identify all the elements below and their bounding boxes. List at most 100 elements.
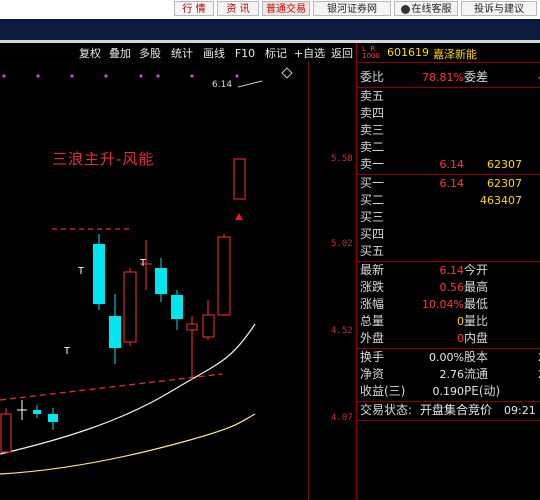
stat-value: 0.56 xyxy=(439,281,465,294)
quotes-button[interactable]: 行 情 xyxy=(174,1,214,16)
status-row: 交易状态: 开盘集合竞价 09:21 xyxy=(357,402,540,419)
stat-label: 量比 xyxy=(464,314,489,328)
online-support-button[interactable]: 在线客服 xyxy=(394,1,458,16)
weibi-value: 78.81% xyxy=(422,71,464,84)
stat-label: 内盘 xyxy=(464,331,489,345)
candle xyxy=(48,408,58,430)
news-button[interactable]: 资 讯 xyxy=(217,1,259,16)
tool-mark[interactable]: 标记 xyxy=(262,45,290,63)
market-badge: L R 1000 xyxy=(362,45,380,60)
tool-add-favorite[interactable]: +自选 xyxy=(293,45,326,63)
tool-multi-stock[interactable]: 多股 xyxy=(136,45,164,63)
divider xyxy=(357,420,540,421)
fin-row: 换手 0.00% 股本 24 xyxy=(357,349,540,366)
y-tick: 5.02 xyxy=(331,239,353,249)
fin-label: 收益(三) xyxy=(360,384,406,398)
sell-label: 卖三 xyxy=(360,123,385,137)
candle xyxy=(155,258,167,302)
stat-value: 0 xyxy=(457,315,464,328)
sell-row[interactable]: 卖五 xyxy=(357,88,540,105)
tool-overlay[interactable]: 叠加 xyxy=(106,45,134,63)
weibi-row: 委比 78.81% 委差 46 xyxy=(357,69,540,86)
candle xyxy=(171,290,183,330)
galaxy-securities-link[interactable]: 银河证券网 xyxy=(313,1,391,16)
stock-name: 嘉泽新能 xyxy=(433,48,477,61)
support-icon xyxy=(400,4,410,14)
tool-statistics[interactable]: 统计 xyxy=(168,45,196,63)
buy-label: 买四 xyxy=(360,227,385,241)
fin-value: 2.76 xyxy=(439,368,465,381)
sell-label: 卖二 xyxy=(360,140,385,154)
fin-value: 0.00% xyxy=(429,351,464,364)
candle xyxy=(123,268,137,346)
support-trendline xyxy=(0,373,223,401)
candle xyxy=(17,400,27,420)
fin-row: 净资 2.76 流通 24 xyxy=(357,366,540,383)
stat-row: 总量 0 量比 xyxy=(357,313,540,330)
candle xyxy=(186,316,198,380)
fin-label: 换手 xyxy=(360,350,385,364)
weibi-label: 委比 xyxy=(360,70,385,84)
tool-fuquan[interactable]: 复权 xyxy=(76,45,104,63)
t-marker: T xyxy=(78,266,85,277)
stat-row: 外盘 0 内盘 xyxy=(357,330,540,347)
tool-back[interactable]: 返回 xyxy=(328,45,356,63)
y-tick: 5.58 xyxy=(331,154,353,164)
fin-label: 净资 xyxy=(360,367,385,381)
candle xyxy=(202,300,215,340)
last-price-pointer xyxy=(237,80,263,88)
candle xyxy=(217,234,231,316)
stat-label: 今开 xyxy=(464,263,489,277)
stat-row: 涨幅 10.04% 最低 xyxy=(357,296,540,313)
candle xyxy=(109,294,121,364)
buy-row[interactable]: 买四 xyxy=(357,226,540,243)
normal-trade-button[interactable]: 普通交易 xyxy=(262,1,310,16)
up-arrow-icon xyxy=(235,213,243,220)
kline-chart[interactable] xyxy=(0,62,356,500)
chart-annotation: 三浪主升-风能 xyxy=(52,150,155,168)
sell-row[interactable]: 卖二 xyxy=(357,139,540,156)
fin-label: 流通 xyxy=(464,367,489,381)
stat-label: 总量 xyxy=(360,314,385,328)
candle xyxy=(33,405,41,418)
status-time: 09:21 xyxy=(504,404,536,417)
stat-value: 10.04% xyxy=(422,298,464,311)
buy-volume: 463407 xyxy=(480,194,522,207)
buy-row[interactable]: 买五 xyxy=(357,243,540,260)
status-value: 开盘集合竞价 xyxy=(420,403,493,417)
sell-row[interactable]: 卖一 6.14 62307 xyxy=(357,156,540,173)
sell-label: 卖五 xyxy=(360,89,385,103)
tool-f10[interactable]: F10 xyxy=(232,45,258,63)
candle xyxy=(0,408,12,454)
sell-volume: 62307 xyxy=(487,158,522,171)
y-tick: 4.07 xyxy=(331,413,353,423)
buy-label: 买一 xyxy=(360,176,385,190)
stat-label: 涨跌 xyxy=(360,280,385,294)
tool-draw-line[interactable]: 画线 xyxy=(200,45,228,63)
stat-row: 涨跌 0.56 最高 xyxy=(357,279,540,296)
buy-row[interactable]: 买一 6.14 62307 xyxy=(357,175,540,192)
t-marker: T xyxy=(64,346,71,357)
sell-label: 卖一 xyxy=(360,157,385,171)
buy-row[interactable]: 买三 xyxy=(357,209,540,226)
candle xyxy=(233,158,246,200)
stat-label: 涨幅 xyxy=(360,297,385,311)
buy-label: 买三 xyxy=(360,210,385,224)
ma-white-line xyxy=(0,323,256,455)
sell-label: 卖四 xyxy=(360,106,385,120)
stat-row: 最新 6.14 今开 xyxy=(357,262,540,279)
fin-row: 收益(三) 0.190 PE(动) xyxy=(357,383,540,400)
buy-label: 买五 xyxy=(360,244,385,258)
feedback-button[interactable]: 投诉与建议 xyxy=(461,1,537,16)
y-tick: 4.52 xyxy=(331,326,353,336)
panel-header: L R 1000 601619 嘉泽新能 xyxy=(357,45,540,62)
sell-row[interactable]: 卖四 xyxy=(357,105,540,122)
sell-row[interactable]: 卖三 xyxy=(357,122,540,139)
buy-label: 买二 xyxy=(360,193,385,207)
chart-toolbar: 复权 叠加 多股 统计 画线 F10 标记 +自选 返回 xyxy=(72,45,358,63)
fin-label: PE(动) xyxy=(464,384,501,398)
stat-label: 最低 xyxy=(464,297,489,311)
status-label: 交易状态: xyxy=(360,403,413,417)
buy-row[interactable]: 买二 463407 xyxy=(357,192,540,209)
quote-panel: L R1000 601619 嘉泽新能 委比 78.81% 委差 46 卖五 卖… xyxy=(357,43,540,500)
